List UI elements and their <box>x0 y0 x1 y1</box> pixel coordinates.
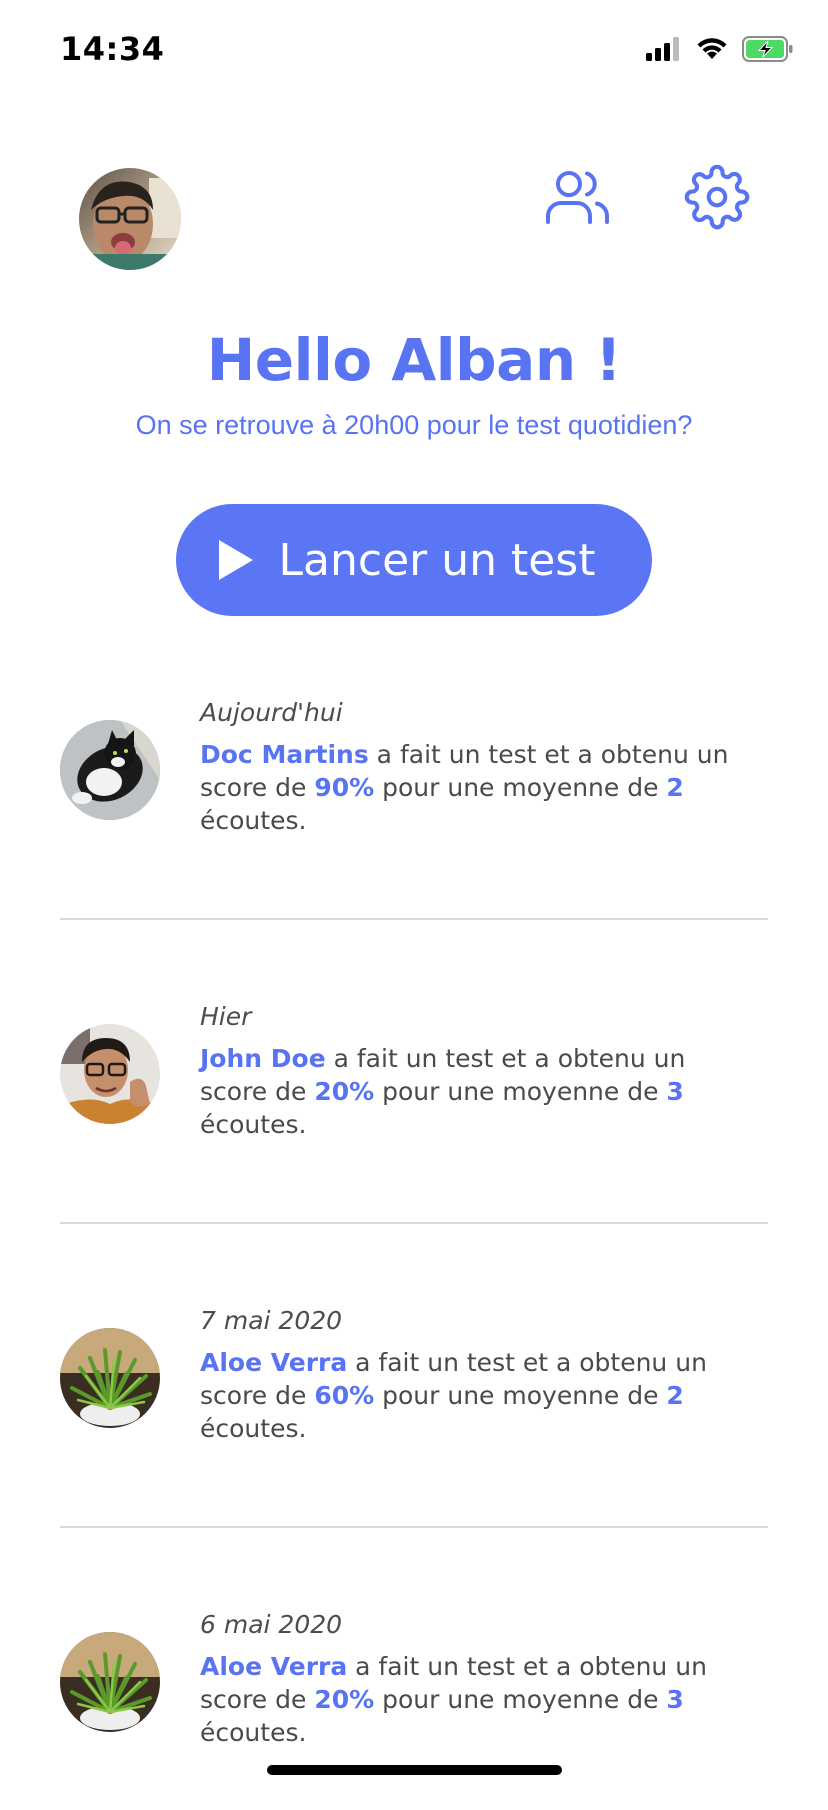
feed-date: 7 mai 2020 <box>200 1306 343 1335</box>
feed-listens: 3 <box>666 1077 684 1106</box>
start-test-label: Lancer un test <box>278 534 596 586</box>
feed-text-part: écoutes. <box>200 1110 307 1139</box>
feed-item[interactable]: Aujourd'hui Doc Martins a fait un test e… <box>60 698 768 898</box>
feed-text: John Doe a fait un test et a obtenu un s… <box>200 1042 760 1141</box>
start-test-button[interactable]: Lancer un test <box>176 504 652 616</box>
feed-text-part: pour une moyenne de <box>374 1077 667 1106</box>
feed-user-name[interactable]: Aloe Verra <box>200 1348 347 1377</box>
status-time: 14:34 <box>60 30 165 68</box>
gear-icon <box>684 164 750 235</box>
feed-listens: 3 <box>666 1685 684 1714</box>
feed-score: 60% <box>314 1381 375 1410</box>
status-bar: 14:34 <box>0 0 828 100</box>
feed-date: Hier <box>200 1002 252 1031</box>
status-icons <box>646 36 794 62</box>
feed-item[interactable]: Hier John Doe a fait un test et a obtenu… <box>60 1002 768 1202</box>
battery-charging-icon <box>742 36 794 62</box>
feed-score: 20% <box>314 1685 375 1714</box>
feed-listens: 2 <box>666 1381 684 1410</box>
users-icon <box>545 170 611 231</box>
feed-score: 20% <box>314 1077 375 1106</box>
home-indicator[interactable] <box>267 1765 562 1775</box>
feed-text-part: pour une moyenne de <box>374 773 667 802</box>
settings-button[interactable] <box>681 163 753 235</box>
feed-text: Aloe Verra a fait un test et a obtenu un… <box>200 1650 760 1749</box>
feed-user-name[interactable]: John Doe <box>200 1044 326 1073</box>
feed-text: Aloe Verra a fait un test et a obtenu un… <box>200 1346 760 1445</box>
feed-avatar-plant <box>60 1632 160 1732</box>
feed-score: 90% <box>314 773 375 802</box>
divider <box>60 1222 768 1224</box>
feed-text-part: écoutes. <box>200 806 307 835</box>
feed-user-name[interactable]: Aloe Verra <box>200 1652 347 1681</box>
friends-button[interactable] <box>542 164 614 236</box>
feed-date: 6 mai 2020 <box>200 1610 343 1639</box>
feed-listens: 2 <box>666 773 684 802</box>
feed-text-part: pour une moyenne de <box>374 1685 667 1714</box>
feed-date: Aujourd'hui <box>200 698 343 727</box>
greeting-subtitle: On se retrouve à 20h00 pour le test quot… <box>135 410 693 440</box>
feed-avatar-person <box>60 1024 160 1124</box>
wifi-icon <box>696 37 728 61</box>
divider <box>60 1526 768 1528</box>
feed-text-part: écoutes. <box>200 1718 307 1747</box>
user-avatar[interactable] <box>79 168 181 270</box>
feed-user-name[interactable]: Doc Martins <box>200 740 369 769</box>
feed-avatar-cat <box>60 720 160 820</box>
play-icon <box>218 540 253 580</box>
feed-text-part: écoutes. <box>200 1414 307 1443</box>
feed-text-part: pour une moyenne de <box>374 1381 667 1410</box>
divider <box>60 918 768 920</box>
cellular-signal-icon <box>646 37 682 61</box>
feed-text: Doc Martins a fait un test et a obtenu u… <box>200 738 760 837</box>
feed-avatar-plant <box>60 1328 160 1428</box>
feed-item[interactable]: 7 mai 2020 Aloe Verra a fait un test et … <box>60 1306 768 1506</box>
feed-item[interactable]: 6 mai 2020 Aloe Verra a fait un test et … <box>60 1610 768 1810</box>
greeting-title: Hello Alban ! <box>206 326 622 394</box>
